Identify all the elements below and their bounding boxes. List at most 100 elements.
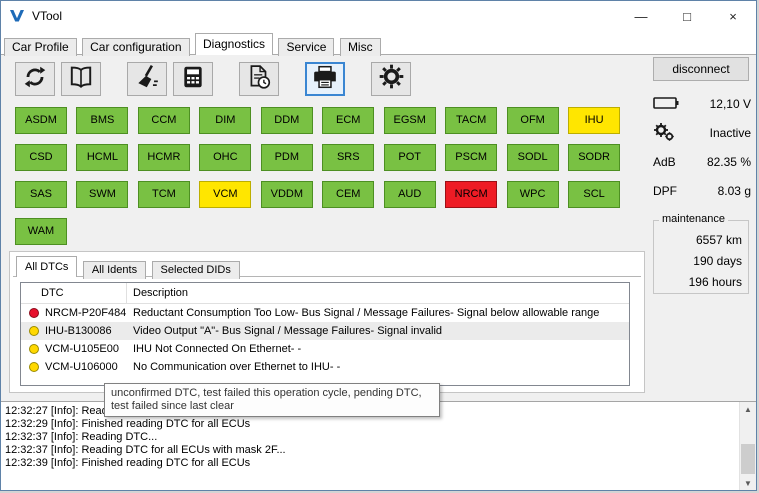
main-tab[interactable]: Car Profile xyxy=(4,38,77,56)
dtc-table: DTC Description NRCM-P20F484 Reductant C… xyxy=(20,282,630,386)
dtc-status-icon xyxy=(29,308,39,318)
scrollbar-thumb[interactable] xyxy=(741,444,755,474)
battery-icon xyxy=(653,95,679,113)
battery-voltage-value: 12,10 V xyxy=(710,97,751,111)
adb-value: 82.35 % xyxy=(707,155,751,169)
dtc-status-icon xyxy=(29,362,39,372)
description-column-header[interactable]: Description xyxy=(127,283,629,303)
ecu-button[interactable]: VDDM xyxy=(261,181,313,208)
ecu-button[interactable]: IHU xyxy=(568,107,620,134)
dtc-tabbar: All DTCs All Idents Selected DIDs xyxy=(16,256,241,277)
dpf-value: 8.03 g xyxy=(718,184,751,198)
read-book-icon xyxy=(68,64,94,95)
ecu-button[interactable]: POT xyxy=(384,144,436,171)
minimize-button[interactable]: — xyxy=(618,1,664,31)
maintenance-value: 6557 km xyxy=(654,230,742,251)
dtc-panel: All DTCs All Idents Selected DIDs DTC De… xyxy=(9,251,645,393)
dtc-tab[interactable]: All Idents xyxy=(83,261,146,279)
dtc-column-header[interactable]: DTC xyxy=(21,283,127,303)
maintenance-value: 190 days xyxy=(654,251,742,272)
ecu-button[interactable]: ECM xyxy=(322,107,374,134)
main-tab[interactable]: Service xyxy=(278,38,334,56)
read-dtc-button[interactable] xyxy=(173,62,213,96)
ecu-button[interactable]: DIM xyxy=(199,107,251,134)
ecu-button[interactable]: TCM xyxy=(138,181,190,208)
log-line: 12:32:29 [Info]: Finished reading DTC fo… xyxy=(5,418,738,431)
dtc-table-header: DTC Description xyxy=(21,283,629,304)
adb-row: AdB 82.35 % xyxy=(653,153,751,171)
ecu-button[interactable]: OFM xyxy=(507,107,559,134)
refresh-icon xyxy=(22,64,48,95)
ecu-grid: ASDM BMS CCM DIM DDM ECM EGSM TACM OFM I… xyxy=(15,107,645,255)
ecu-button[interactable]: CEM xyxy=(322,181,374,208)
ecu-button[interactable]: CCM xyxy=(138,107,190,134)
main-tab[interactable]: Car configuration xyxy=(82,38,189,56)
maximize-button[interactable]: □ xyxy=(664,1,710,31)
ecu-button[interactable]: TACM xyxy=(445,107,497,134)
ecu-button[interactable]: VCM xyxy=(199,181,251,208)
ecu-button[interactable]: NRCM xyxy=(445,181,497,208)
settings-gear-icon xyxy=(378,63,405,95)
dtc-tab[interactable]: All DTCs xyxy=(16,256,77,277)
clear-dtc-button[interactable] xyxy=(127,62,167,96)
ecu-button[interactable]: PDM xyxy=(261,144,313,171)
ecu-button[interactable]: SCL xyxy=(568,181,620,208)
print-button[interactable] xyxy=(305,62,345,96)
ecu-button[interactable]: CSD xyxy=(15,144,67,171)
main-tabbar: Car Profile Car configuration Diagnostic… xyxy=(1,31,756,55)
dtc-code: VCM-U105E00 xyxy=(45,343,119,355)
ecu-button[interactable]: SODL xyxy=(507,144,559,171)
ecu-button[interactable]: BMS xyxy=(76,107,128,134)
dtc-row[interactable]: VCM-U106000 No Communication over Ethern… xyxy=(21,358,629,376)
dtc-code: IHU-B130086 xyxy=(45,325,112,337)
adb-label: AdB xyxy=(653,155,676,169)
dtc-row[interactable]: IHU-B130086 Video Output "A"- Bus Signal… xyxy=(21,322,629,340)
ecu-button[interactable]: HCMR xyxy=(138,144,190,171)
ecu-button[interactable]: SODR xyxy=(568,144,620,171)
regen-state-value: Inactive xyxy=(710,126,751,140)
disconnect-button[interactable]: disconnect xyxy=(653,57,749,81)
settings-button[interactable] xyxy=(371,62,411,96)
scroll-down-icon[interactable]: ▼ xyxy=(740,476,756,491)
ecu-button[interactable]: ASDM xyxy=(15,107,67,134)
log-scrollbar[interactable]: ▲ ▼ xyxy=(739,402,756,491)
log-line: 12:32:39 [Info]: Finished reading DTC fo… xyxy=(5,457,738,470)
ecu-button[interactable]: DDM xyxy=(261,107,313,134)
ecu-button[interactable]: WPC xyxy=(507,181,559,208)
dtc-rows: NRCM-P20F484 Reductant Consumption Too L… xyxy=(21,304,629,376)
main-tab[interactable]: Misc xyxy=(340,38,381,56)
ecu-button[interactable]: SAS xyxy=(15,181,67,208)
read-idents-button[interactable] xyxy=(61,62,101,96)
regen-state-row: Inactive xyxy=(653,124,751,142)
scroll-up-icon[interactable]: ▲ xyxy=(740,402,756,418)
ecu-button[interactable]: SWM xyxy=(76,181,128,208)
report-history-button[interactable] xyxy=(239,62,279,96)
vtool-window: VTool — □ × Car Profile Car configuratio… xyxy=(0,0,757,491)
window-title: VTool xyxy=(32,9,62,23)
ecu-button[interactable]: SRS xyxy=(322,144,374,171)
dpf-row: DPF 8.03 g xyxy=(653,182,751,200)
dtc-code: NRCM-P20F484 xyxy=(45,307,126,319)
dtc-tab[interactable]: Selected DIDs xyxy=(152,261,240,279)
close-button[interactable]: × xyxy=(710,1,756,31)
dtc-description: IHU Not Connected On Ethernet- - xyxy=(127,343,629,355)
report-history-icon xyxy=(246,64,272,95)
app-logo-icon xyxy=(9,8,25,24)
ecu-button[interactable]: WAM xyxy=(15,218,67,245)
titlebar: VTool — □ × xyxy=(1,1,756,31)
ecu-button[interactable]: AUD xyxy=(384,181,436,208)
ecu-button[interactable]: HCML xyxy=(76,144,128,171)
dtc-description: Reductant Consumption Too Low- Bus Signa… xyxy=(127,307,629,319)
battery-voltage-row: 12,10 V xyxy=(653,95,751,113)
dtc-description: No Communication over Ethernet to IHU- - xyxy=(127,361,629,373)
ecu-button[interactable]: EGSM xyxy=(384,107,436,134)
log-line: 12:32:37 [Info]: Reading DTC... xyxy=(5,431,738,444)
dtc-status-icon xyxy=(29,326,39,336)
main-tab[interactable]: Diagnostics xyxy=(195,33,273,55)
maintenance-groupbox: maintenance 6557 km 190 days 196 hours xyxy=(653,220,749,294)
ecu-button[interactable]: OHC xyxy=(199,144,251,171)
dtc-row[interactable]: NRCM-P20F484 Reductant Consumption Too L… xyxy=(21,304,629,322)
ecu-button[interactable]: PSCM xyxy=(445,144,497,171)
dtc-row[interactable]: VCM-U105E00 IHU Not Connected On Etherne… xyxy=(21,340,629,358)
refresh-button[interactable] xyxy=(15,62,55,96)
